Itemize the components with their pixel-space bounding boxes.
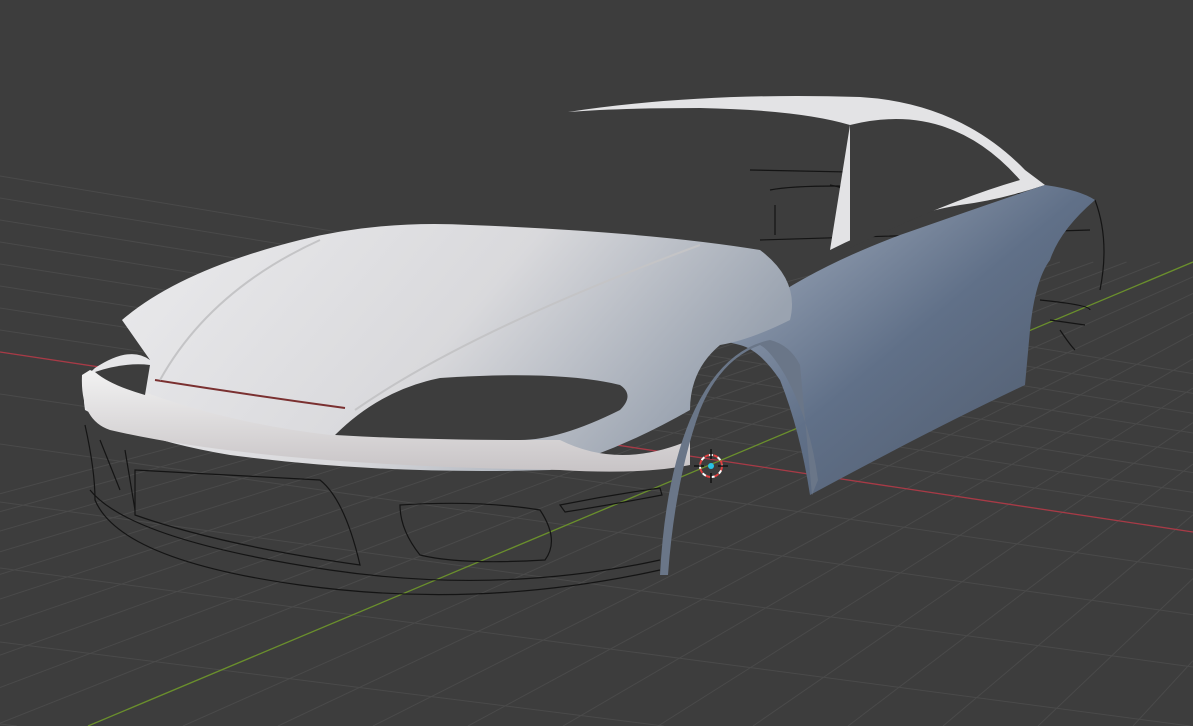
3d-viewport[interactable] [0, 0, 1193, 726]
origin-point [708, 463, 714, 469]
